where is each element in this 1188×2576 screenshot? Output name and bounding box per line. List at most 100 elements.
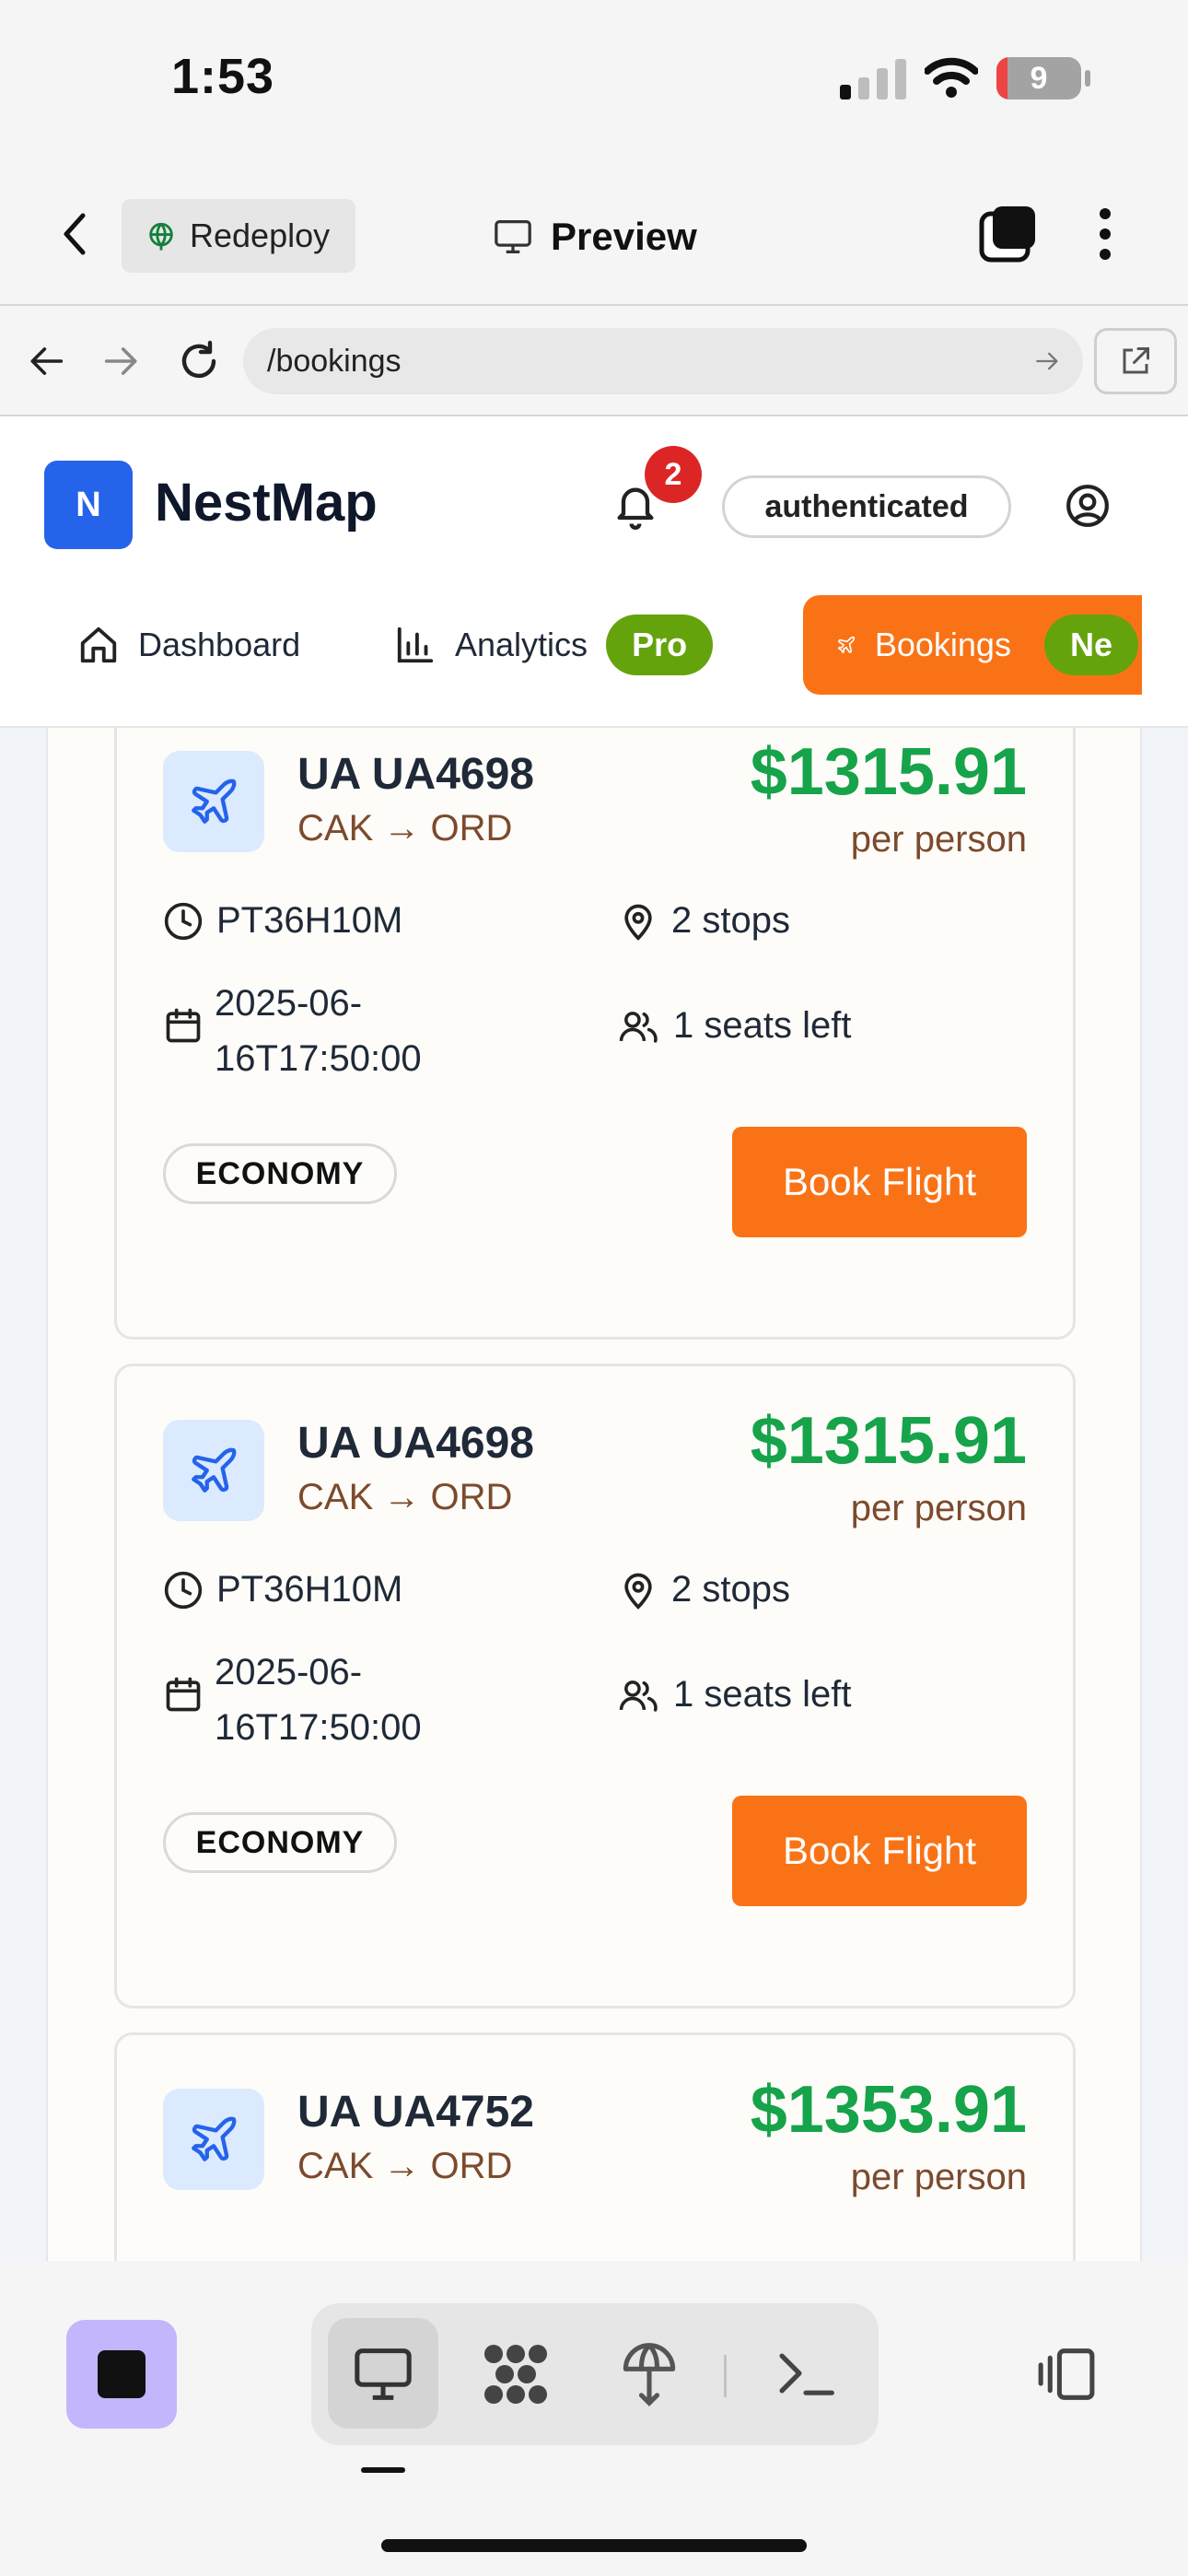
departure-line1: 2025-06- — [215, 983, 363, 1024]
flight-route: CAK → ORD — [297, 2146, 513, 2186]
redeploy-label: Redeploy — [190, 217, 331, 254]
home-indicator — [381, 2539, 807, 2552]
flight-price: $1315.91 — [750, 1404, 1027, 1478]
brand-name[interactable]: NestMap — [155, 472, 378, 533]
map-pin-icon — [624, 1573, 652, 1610]
results-panel: UA UA4698 CAK → ORD $1315.91 per person … — [46, 728, 1142, 2261]
calendar-icon — [166, 1008, 201, 1043]
external-link-icon — [1123, 347, 1149, 374]
price-unit: per person — [850, 1488, 1027, 1528]
plane-icon — [192, 2116, 237, 2161]
departure: 2025-06- 16T17:50:00 — [215, 1645, 422, 1755]
flight-route: CAK → ORD — [297, 808, 513, 849]
flight-price: $1315.91 — [750, 735, 1027, 809]
preview-tab[interactable]: Preview — [492, 205, 697, 269]
duration-text: PT36H10M — [216, 900, 403, 941]
active-view-indicator — [361, 2467, 405, 2473]
plane-icon — [837, 636, 856, 654]
stops-text: 2 stops — [671, 1569, 790, 1610]
new-badge: Ne — [1043, 615, 1138, 675]
signal-icon — [840, 59, 906, 100]
users-icon — [619, 1011, 658, 1043]
nav-dashboard[interactable]: Dashboard — [77, 595, 300, 695]
nav-dashboard-label: Dashboard — [138, 626, 301, 663]
back-icon[interactable] — [61, 212, 88, 256]
deploy-icon[interactable] — [617, 2340, 681, 2408]
redeploy-button[interactable]: Redeploy — [122, 199, 355, 273]
cabin-class-badge: ECONOMY — [163, 1812, 397, 1873]
flight-number: UA UA4698 — [297, 1419, 534, 1468]
bar-chart-icon — [397, 626, 434, 663]
stops-text: 2 stops — [671, 900, 790, 941]
flight-number: UA UA4698 — [297, 750, 534, 799]
battery-icon: 9 — [996, 57, 1081, 100]
home-icon — [80, 626, 117, 663]
departure: 2025-06- 16T17:50:00 — [215, 976, 422, 1086]
flight-plane-badge — [163, 751, 264, 852]
switcher-divider — [724, 2355, 727, 2397]
duration-text: PT36H10M — [216, 1569, 403, 1610]
user-icon[interactable] — [1065, 483, 1111, 529]
flight-price: $1353.91 — [750, 2073, 1027, 2147]
url-field[interactable]: /bookings — [243, 328, 1083, 394]
clock-icon — [164, 1571, 203, 1609]
preview-label: Preview — [551, 215, 697, 258]
tabs-icon[interactable] — [978, 205, 1039, 265]
device-toggle-icon[interactable] — [1031, 2346, 1101, 2403]
battery-tip — [1085, 70, 1090, 87]
nav-analytics[interactable]: Analytics Pro — [394, 595, 714, 695]
nav-analytics-label: Analytics — [455, 626, 588, 663]
flight-card: UA UA4698 CAK → ORD $1315.91 per person … — [114, 1364, 1076, 2008]
monitor-icon[interactable] — [352, 2346, 414, 2403]
cabin-class-badge: ECONOMY — [163, 1143, 397, 1204]
nav-bookings[interactable]: Bookings Ne — [803, 595, 1142, 695]
stops: 2 stops — [618, 1569, 790, 1610]
price-unit: per person — [850, 2157, 1027, 2197]
stop-button[interactable] — [66, 2320, 177, 2429]
main-nav: Dashboard Analytics Pro Bookings Ne — [0, 595, 1142, 695]
nav-bookings-label: Bookings — [874, 626, 1011, 663]
duration: PT36H10M — [163, 900, 402, 942]
url-text: /bookings — [267, 343, 402, 379]
book-flight-button[interactable]: Book Flight — [732, 1127, 1027, 1237]
seats: 1 seats left — [618, 1674, 851, 1715]
flight-number: UA UA4752 — [297, 2088, 534, 2137]
seats: 1 seats left — [618, 1005, 851, 1047]
price-unit: per person — [850, 819, 1027, 860]
stop-icon — [98, 2350, 146, 2398]
users-icon — [619, 1680, 658, 1712]
auth-status-badge: authenticated — [722, 475, 1011, 538]
battery-level: 9 — [1030, 60, 1048, 96]
departure-line1: 2025-06- — [215, 1652, 363, 1692]
flight-route: CAK → ORD — [297, 1477, 513, 1517]
arrow-right-icon[interactable] — [103, 345, 140, 378]
departure-line2: 16T17:50:00 — [215, 1707, 422, 1748]
monitor-icon — [495, 220, 531, 253]
arrow-left-icon[interactable] — [28, 345, 64, 378]
more-icon[interactable] — [1098, 206, 1112, 262]
notification-badge: 2 — [645, 446, 702, 503]
globe-icon — [149, 222, 173, 251]
flight-card: UA UA4698 CAK → ORD $1315.91 per person … — [114, 728, 1076, 1340]
stops: 2 stops — [618, 900, 790, 942]
book-flight-button[interactable]: Book Flight — [732, 1796, 1027, 1906]
seats-text: 1 seats left — [673, 1674, 852, 1715]
clock-icon — [164, 902, 203, 940]
flight-plane-badge — [163, 2089, 264, 2190]
dots-grid-icon[interactable] — [479, 2340, 553, 2408]
pro-badge: Pro — [606, 615, 714, 675]
flight-card: UA UA4752 CAK → ORD $1353.91 per person — [114, 2032, 1076, 2261]
departure-line2: 16T17:50:00 — [215, 1038, 422, 1079]
status-time: 1:53 — [171, 49, 275, 104]
reload-icon[interactable] — [177, 339, 221, 383]
go-arrow-icon[interactable] — [1035, 350, 1061, 372]
logo[interactable]: N — [44, 461, 133, 549]
seats-text: 1 seats left — [673, 1005, 852, 1046]
terminal-icon[interactable] — [775, 2349, 836, 2397]
open-external-button[interactable] — [1094, 328, 1177, 394]
bookings-content: UA UA4698 CAK → ORD $1315.91 per person … — [0, 728, 1188, 2261]
plane-icon — [192, 1447, 237, 1493]
map-pin-icon — [624, 904, 652, 941]
wifi-icon — [925, 57, 978, 98]
plane-icon — [192, 779, 237, 824]
